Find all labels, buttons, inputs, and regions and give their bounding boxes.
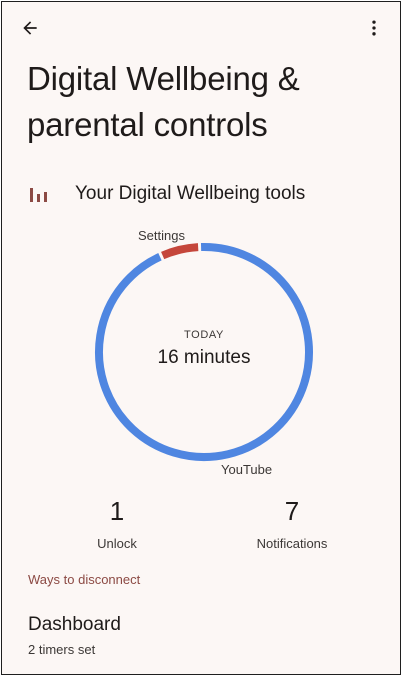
arrow-back-icon: [23, 21, 37, 35]
unlocks-label: Unlock: [97, 536, 137, 551]
notifications-label: Notifications: [256, 536, 328, 551]
tools-label: Your Digital Wellbeing tools: [75, 183, 306, 204]
back-button[interactable]: [14, 12, 46, 44]
dashboard-title: Dashboard: [28, 614, 121, 635]
total-usage: 16 minutes: [157, 347, 251, 368]
more-vert-icon: [372, 20, 376, 36]
notifications-count: 7: [284, 496, 300, 526]
unlocks-stat[interactable]: 1 Unlock: [86, 496, 148, 551]
more-options-button[interactable]: [358, 12, 390, 44]
usage-summary: TODAY 16 minutes: [92, 240, 316, 464]
segment-label-settings: Settings: [138, 228, 185, 243]
digital-wellbeing-tools-link[interactable]: Your Digital Wellbeing tools: [28, 180, 305, 208]
section-header-ways-to-disconnect: Ways to disconnect: [28, 572, 141, 587]
dashboard-item[interactable]: Dashboard 2 timers set: [28, 614, 368, 657]
segment-label-youtube: YouTube: [221, 462, 273, 477]
wellbeing-screen: Digital Wellbeing & parental controls Yo…: [1, 1, 401, 675]
dashboard-subtitle: 2 timers set: [28, 642, 96, 657]
top-app-bar: [2, 2, 400, 54]
notifications-stat[interactable]: 7 Notifications: [242, 496, 342, 551]
usage-donut-chart[interactable]: TODAY 16 minutes: [92, 240, 316, 464]
period-label: TODAY: [184, 329, 224, 341]
unlocks-count: 1: [109, 496, 125, 526]
page-title: Digital Wellbeing & parental controls: [27, 60, 300, 143]
bar-chart-icon: [28, 183, 50, 205]
